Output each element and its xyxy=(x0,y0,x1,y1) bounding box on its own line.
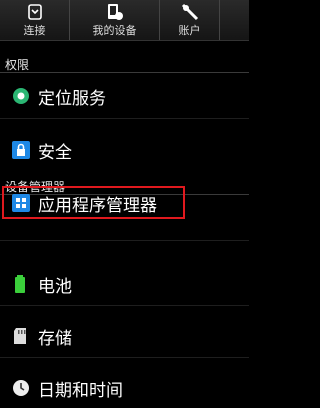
settings-item-app-manager[interactable]: 应用程序管理器 xyxy=(0,183,249,223)
account-icon xyxy=(181,3,198,21)
divider xyxy=(0,357,249,358)
settings-item-location[interactable]: 定位服务 xyxy=(0,76,249,116)
settings-item-storage-label: 存储 xyxy=(38,328,72,349)
settings-item-location-label: 定位服务 xyxy=(38,88,106,109)
tab-my-device[interactable]: 我的设备 xyxy=(70,0,160,40)
section-permissions-label: 权限 xyxy=(5,58,30,72)
storage-icon xyxy=(14,328,26,344)
lock-icon xyxy=(12,141,30,159)
tab-connect-label: 连接 xyxy=(23,24,46,37)
section-permissions: 权限 xyxy=(0,56,249,73)
clock-icon xyxy=(13,380,29,396)
settings-item-app-manager-label: 应用程序管理器 xyxy=(38,195,157,216)
location-icon xyxy=(13,88,29,104)
settings-item-security[interactable]: 安全 xyxy=(0,130,249,170)
settings-item-storage[interactable]: 存储 xyxy=(0,316,249,356)
battery-icon xyxy=(15,275,25,293)
divider xyxy=(0,118,249,119)
my-device-icon xyxy=(107,4,123,20)
tab-account-label: 账户 xyxy=(178,24,201,37)
settings-item-date-time-label: 日期和时间 xyxy=(38,380,123,401)
connect-icon xyxy=(27,4,42,20)
settings-item-battery[interactable]: 电池 xyxy=(0,264,249,304)
tab-my-device-label: 我的设备 xyxy=(92,24,137,37)
settings-item-date-time[interactable]: 日期和时间 xyxy=(0,368,249,408)
settings-item-battery-label: 电池 xyxy=(38,276,72,297)
settings-item-security-label: 安全 xyxy=(38,142,72,163)
tab-connect[interactable]: 连接 xyxy=(0,0,70,40)
app-grid-icon xyxy=(12,194,30,212)
top-tab-bar: 连接 我的设备 账户 xyxy=(0,0,249,41)
tab-account[interactable]: 账户 xyxy=(160,0,220,40)
divider xyxy=(0,240,249,241)
divider xyxy=(0,305,249,306)
